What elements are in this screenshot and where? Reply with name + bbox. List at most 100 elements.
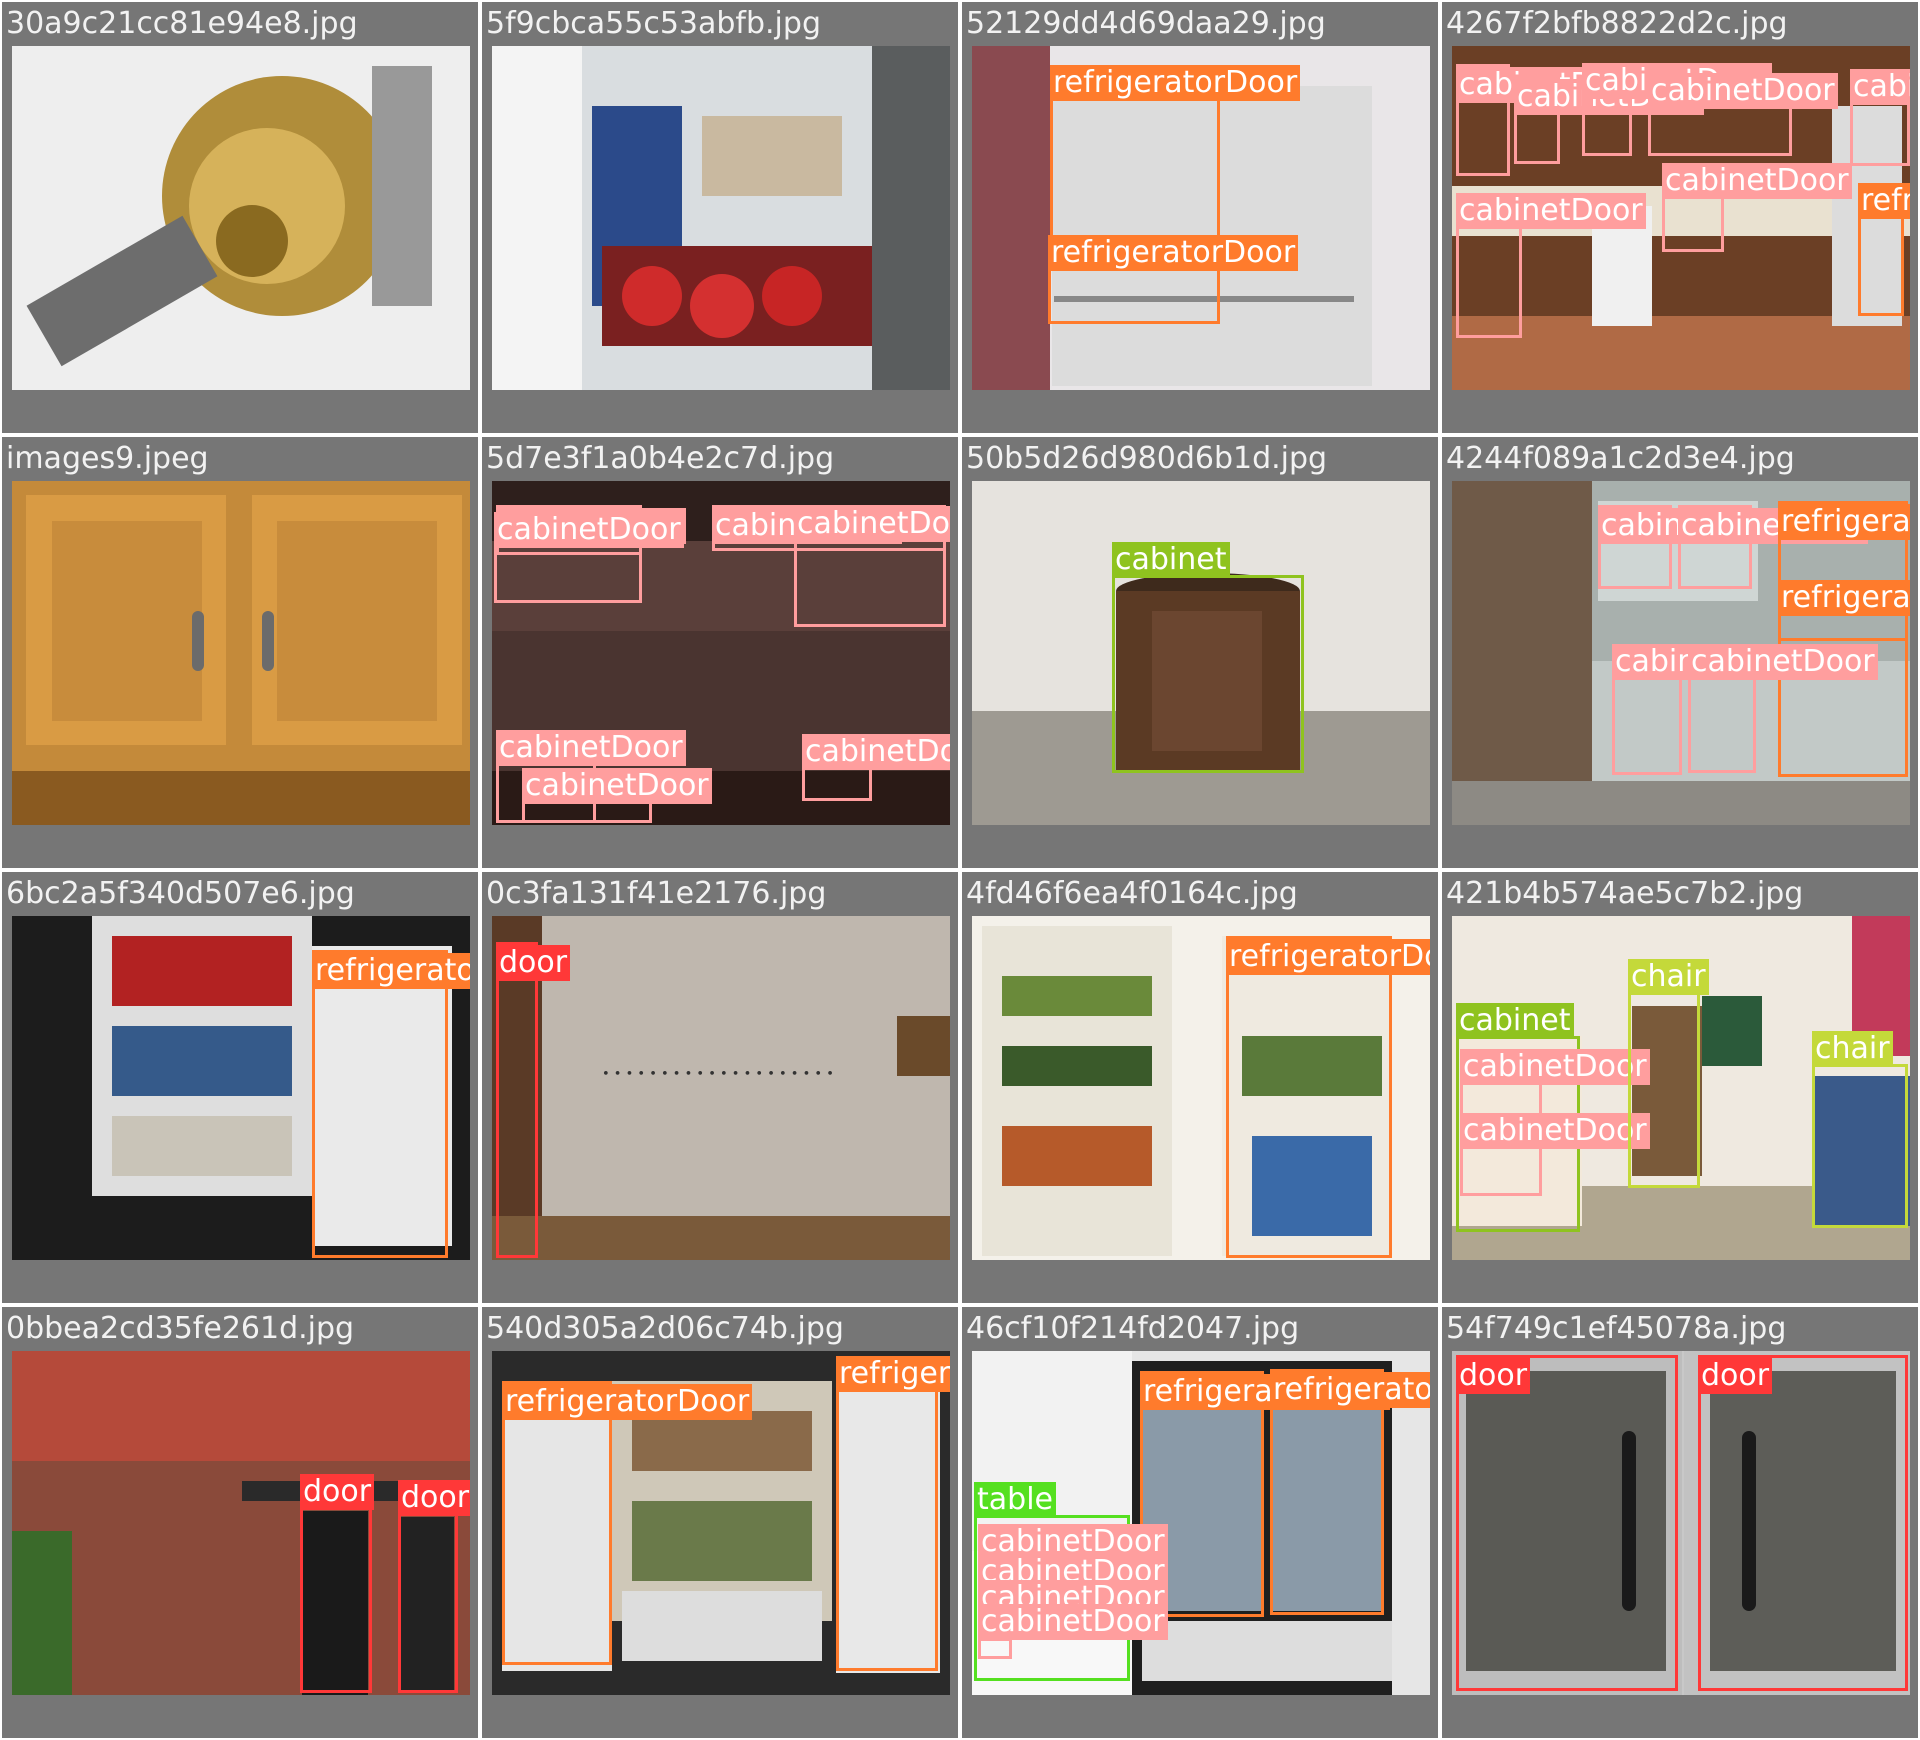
tile-photo: refrigeratorDoorrefrigeratorDoortablecab… xyxy=(972,1351,1430,1695)
detection-label: refrigeratorDoor xyxy=(1048,235,1299,271)
detection-label: refrigeratorDoor xyxy=(1778,580,1910,616)
detection-label: door xyxy=(300,1474,375,1510)
detection-box: cabinetDoor xyxy=(1648,73,1838,156)
tile-photo: cabinet xyxy=(972,481,1430,825)
detection-box: cabinet xyxy=(1112,542,1304,773)
detection-label: door xyxy=(496,945,571,981)
tile-photo xyxy=(12,46,470,390)
tile-filename: 46cf10f214fd2047.jpg xyxy=(966,1311,1300,1346)
detection-label: refrigeratorDoor xyxy=(1050,65,1301,101)
detection-label: cabinetDoor xyxy=(794,506,950,542)
mosaic-tile: 6bc2a5f340d507e6.jpg refrigeratorDoor xyxy=(2,872,478,1303)
detection-box: chair xyxy=(1628,959,1709,1188)
photo-artwork xyxy=(12,46,470,390)
tile-photo: door door xyxy=(12,1351,470,1695)
detection-box: door xyxy=(1698,1355,1908,1691)
detection-label: door xyxy=(398,1480,470,1516)
detection-box: cabinetDoor xyxy=(1688,644,1878,773)
detection-box: cabinetDoor xyxy=(1456,193,1646,338)
detection-box: door xyxy=(1456,1355,1678,1691)
mosaic-tile: 4267f2bfb8822d2c.jpgcabinetDoorcabinetDo… xyxy=(1442,2,1918,433)
detection-box: refrigeratorDoor xyxy=(1048,235,1299,324)
detection-box: cabinetDoor xyxy=(1662,163,1852,252)
detection-label: cabinetDoor xyxy=(494,512,684,548)
detection-box: cabinetDoor xyxy=(1582,63,1772,156)
mosaic-tile: 52129dd4d69daa29.jpg refrigeratorDoor refr… xyxy=(962,2,1438,433)
tile-photo xyxy=(492,46,950,390)
detection-box: cabinetDoor xyxy=(1850,69,1910,166)
tile-filename: 540d305a2d06c74b.jpg xyxy=(486,1311,844,1346)
detection-label: door xyxy=(1698,1358,1773,1394)
photo-artwork xyxy=(12,481,470,825)
tile-filename: 421b4b574ae5c7b2.jpg xyxy=(1446,876,1804,911)
detection-label: refrigeratorDoor xyxy=(502,1384,753,1420)
detection-box: refrigeratorDoor xyxy=(1778,580,1910,777)
tile-photo: refrigeratorDoor refrigeratorDoor xyxy=(492,1351,950,1695)
detection-box: cabinetDoor xyxy=(1514,76,1704,164)
detection-box: refrigeratorDoor xyxy=(1226,936,1430,1258)
detection-box: cabinetDoor xyxy=(1612,644,1802,775)
detection-label: cabinetDoor xyxy=(1648,73,1838,109)
tile-filename: 4267f2bfb8822d2c.jpg xyxy=(1446,6,1788,41)
mosaic-tile: 5f9cbca55c53abfb.jpg xyxy=(482,2,958,433)
detection-box: cabinetDoor xyxy=(794,506,950,627)
detection-label: cabinetDoor xyxy=(496,730,686,766)
mosaic-tile: 4244f089a1c2d3e4.jpgcabinetDoorcabinetDo… xyxy=(1442,437,1918,868)
mosaic-tile: 30a9c21cc81e94e8.jpg xyxy=(2,2,478,433)
tile-photo: • • • • • • • • • • • • • • • • • • • • d… xyxy=(492,916,950,1260)
detection-label: table xyxy=(974,1482,1056,1518)
detection-box: refrigeratorDoor xyxy=(502,1381,753,1665)
mosaic-tile: 4fd46f6ea4f0164c.jpg refrigeratorDoor xyxy=(962,872,1438,1303)
detection-label: cabinetDoor xyxy=(978,1604,1168,1640)
detection-label: chair xyxy=(1628,959,1709,995)
detection-label: refrigeratorDoor xyxy=(1226,939,1430,975)
detection-box: refrigeratorDoor xyxy=(1858,183,1910,316)
detection-label: cabinetDoor xyxy=(1460,1049,1650,1085)
detection-label: refrigeratorDoor xyxy=(312,953,470,989)
detection-box: door xyxy=(398,1480,470,1693)
tile-filename: 50b5d26d980d6b1d.jpg xyxy=(966,441,1328,476)
tile-filename: 54f749c1ef45078a.jpg xyxy=(1446,1311,1787,1346)
detection-box: refrigeratorDoor xyxy=(836,1356,950,1671)
detection-box: cabinetDoor xyxy=(522,768,712,823)
detection-label: refrigeratorDoor xyxy=(836,1356,950,1392)
detection-box: door xyxy=(300,1474,375,1693)
detection-label: cabinetDoor xyxy=(1688,644,1878,680)
detection-box: cabinetDoor xyxy=(978,1604,1168,1659)
tile-photo: cabinetDoorcabinetDoorrefrigeratorDoorre… xyxy=(1452,481,1910,825)
tile-filename: 5d7e3f1a0b4e2c7d.jpg xyxy=(486,441,835,476)
detection-box: cabinetDoor xyxy=(1460,1113,1650,1196)
mosaic-tile: 54f749c1ef45078a.jpg door door xyxy=(1442,1307,1918,1738)
mosaic-tile: 421b4b574ae5c7b2.jpg cabinet cabinetDoor ca… xyxy=(1442,872,1918,1303)
detection-box: refrigeratorDoor xyxy=(1270,1369,1430,1615)
detection-box: cabinetDoor xyxy=(802,734,950,801)
tile-photo: cabinetDoorcabinetDoorcabinetDoorcabinet… xyxy=(1452,46,1910,390)
mosaic-tile: 50b5d26d980d6b1d.jpg cabinet xyxy=(962,437,1438,868)
tile-photo: cabinet cabinetDoor cabinetDoor chair chair xyxy=(1452,916,1910,1260)
tile-filename: 30a9c21cc81e94e8.jpg xyxy=(6,6,358,41)
tile-filename: 4fd46f6ea4f0164c.jpg xyxy=(966,876,1298,911)
detection-label: cabinetDoor xyxy=(1850,69,1910,105)
tile-photo: refrigeratorDoor xyxy=(972,916,1430,1260)
detection-label: refrigeratorDoor xyxy=(1270,1372,1430,1408)
detection-label: door xyxy=(1456,1358,1531,1394)
mosaic-tile: 540d305a2d06c74b.jpg refrigeratorDoor refr… xyxy=(482,1307,958,1738)
tile-photo xyxy=(12,481,470,825)
detection-box: cabinetDoor xyxy=(1678,505,1868,589)
detection-label: cabinetDoor xyxy=(522,768,712,804)
tile-filename: images9.jpeg xyxy=(6,441,209,476)
detection-box: cabinetDoor xyxy=(1598,505,1788,589)
tile-photo: refrigeratorDoor xyxy=(12,916,470,1260)
detection-label: cabinetDoor xyxy=(1460,1113,1650,1149)
tile-filename: 0bbea2cd35fe261d.jpg xyxy=(6,1311,355,1346)
tile-filename: 0c3fa131f41e2176.jpg xyxy=(486,876,827,911)
mosaic-tile: 5d7e3f1a0b4e2c7d.jpg cabinetDoor cabinetDo… xyxy=(482,437,958,868)
mosaic-tile: 46cf10f214fd2047.jpg refrigeratorDoor refr… xyxy=(962,1307,1438,1738)
detection-label: chair xyxy=(1812,1031,1893,1067)
tile-photo: cabinetDoorcabinetDoorcabinetDoorcabinet… xyxy=(492,481,950,825)
detection-box: cabinetDoor xyxy=(494,512,684,603)
mosaic-tile: images9.jpeg xyxy=(2,437,478,868)
detection-box: door xyxy=(496,942,571,1258)
tile-filename: 5f9cbca55c53abfb.jpg xyxy=(486,6,821,41)
svg-text:• • • • • • • • • • • • • • •: • • • • • • • • • • • • • • • • • • • • xyxy=(602,1067,834,1082)
